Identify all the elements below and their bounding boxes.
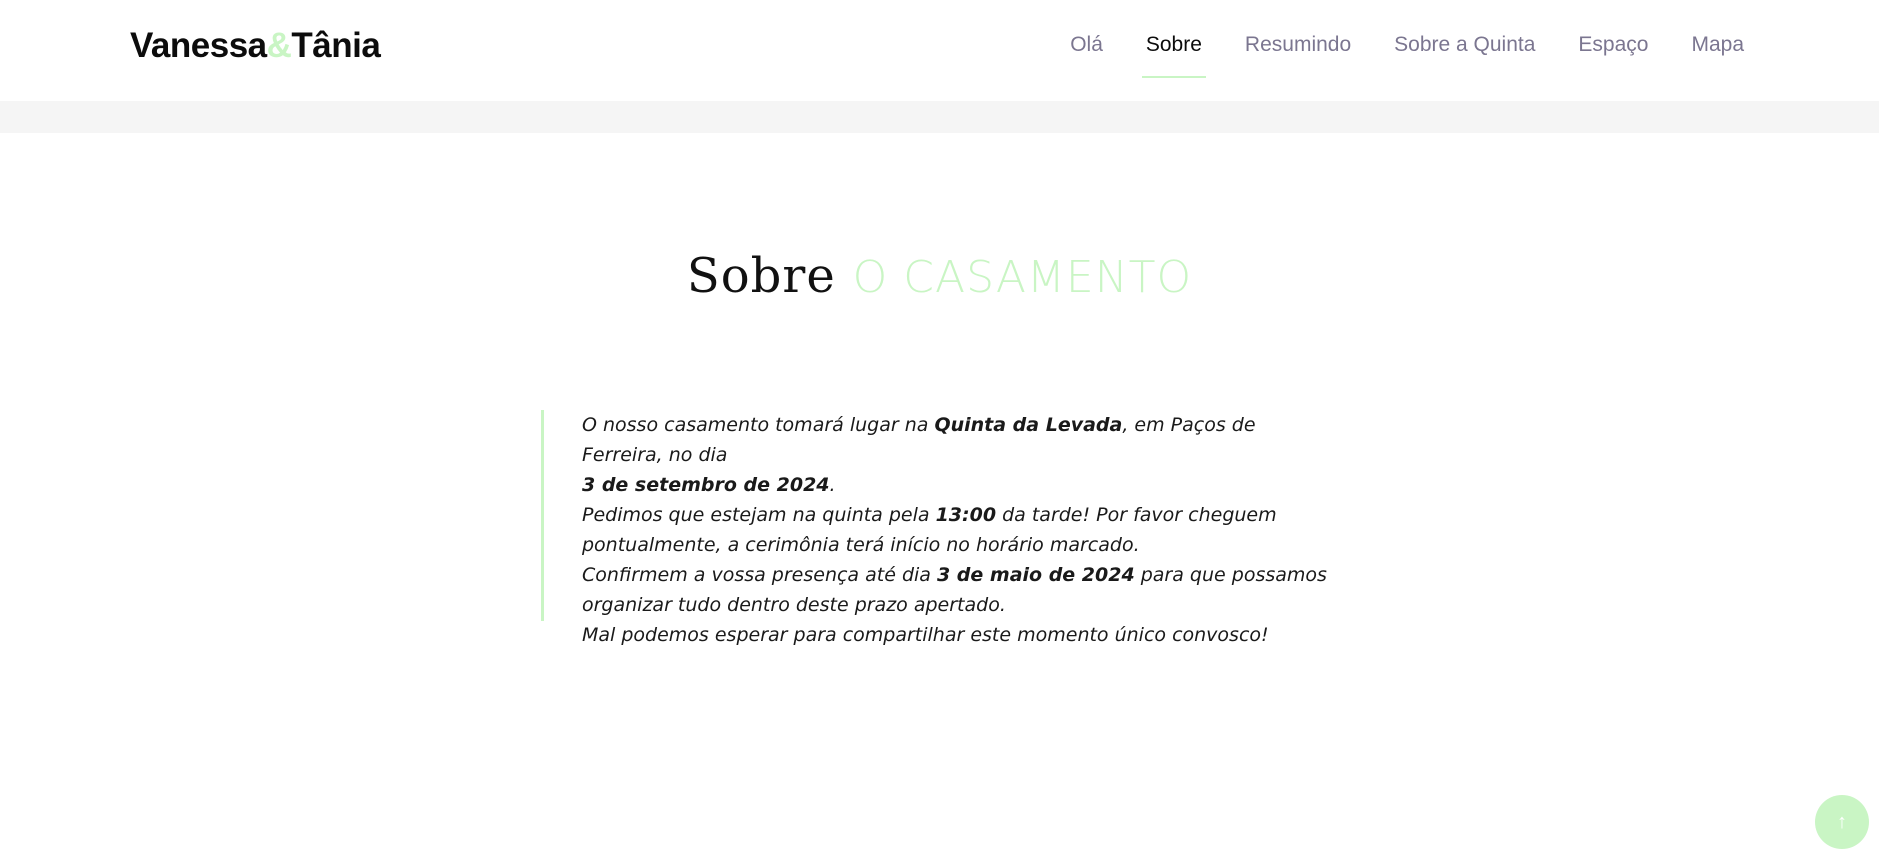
logo-second-name: Tânia	[291, 26, 381, 65]
nav-item-sobre-a-quinta[interactable]: Sobre a Quinta	[1394, 30, 1535, 70]
nav-item-espaco[interactable]: Espaço	[1578, 30, 1648, 70]
logo-ampersand: &	[266, 26, 292, 65]
text-segment: organizar tudo dentro deste prazo aperta…	[582, 594, 1006, 616]
text-segment: O nosso casamento tomará lugar na	[582, 414, 935, 436]
wedding-info-quote: O nosso casamento tomará lugar na Quinta…	[541, 410, 1341, 646]
text-segment: para que possamos	[1134, 564, 1327, 586]
site-logo[interactable]: Vanessa&Tânia	[130, 26, 381, 66]
nav-item-resumindo[interactable]: Resumindo	[1245, 30, 1351, 70]
arrival-time: 13:00	[935, 504, 997, 526]
text-segment: Mal podemos esperar para compartilhar es…	[582, 624, 1269, 646]
text-segment: .	[829, 474, 836, 496]
rsvp-date: 3 de maio de 2024	[936, 564, 1135, 586]
nav-item-sobre[interactable]: Sobre	[1141, 30, 1206, 78]
venue-name: Quinta da Levada	[934, 414, 1123, 436]
nav-item-mapa[interactable]: Mapa	[1691, 30, 1744, 70]
back-to-top-button[interactable]: ↑	[1815, 795, 1869, 849]
wedding-info-text: O nosso casamento tomará lugar na Quinta…	[582, 410, 1341, 650]
main-nav: Olá Sobre Resumindo Sobre a Quinta Espaç…	[1027, 30, 1744, 78]
nav-item-ola[interactable]: Olá	[1070, 30, 1103, 70]
logo-first-name: Vanessa	[130, 26, 267, 65]
text-segment: pontualmente, a cerimônia terá início no…	[582, 534, 1140, 556]
text-segment: Pedimos que estejam na quinta pela	[582, 504, 936, 526]
wedding-date: 3 de setembro de 2024	[582, 474, 830, 496]
text-segment: da tarde! Por favor cheguem	[996, 504, 1277, 526]
text-segment: Confirmem a vossa presença até dia	[582, 564, 937, 586]
arrow-up-icon: ↑	[1837, 811, 1847, 833]
header-divider-band	[0, 101, 1879, 133]
section-title-first: Sobre	[686, 248, 836, 304]
section-title-second: o casamento	[852, 252, 1193, 303]
site-header: Vanessa&Tânia Olá Sobre Resumindo Sobre …	[0, 0, 1879, 101]
section-title: Sobre o casamento	[0, 240, 1879, 313]
